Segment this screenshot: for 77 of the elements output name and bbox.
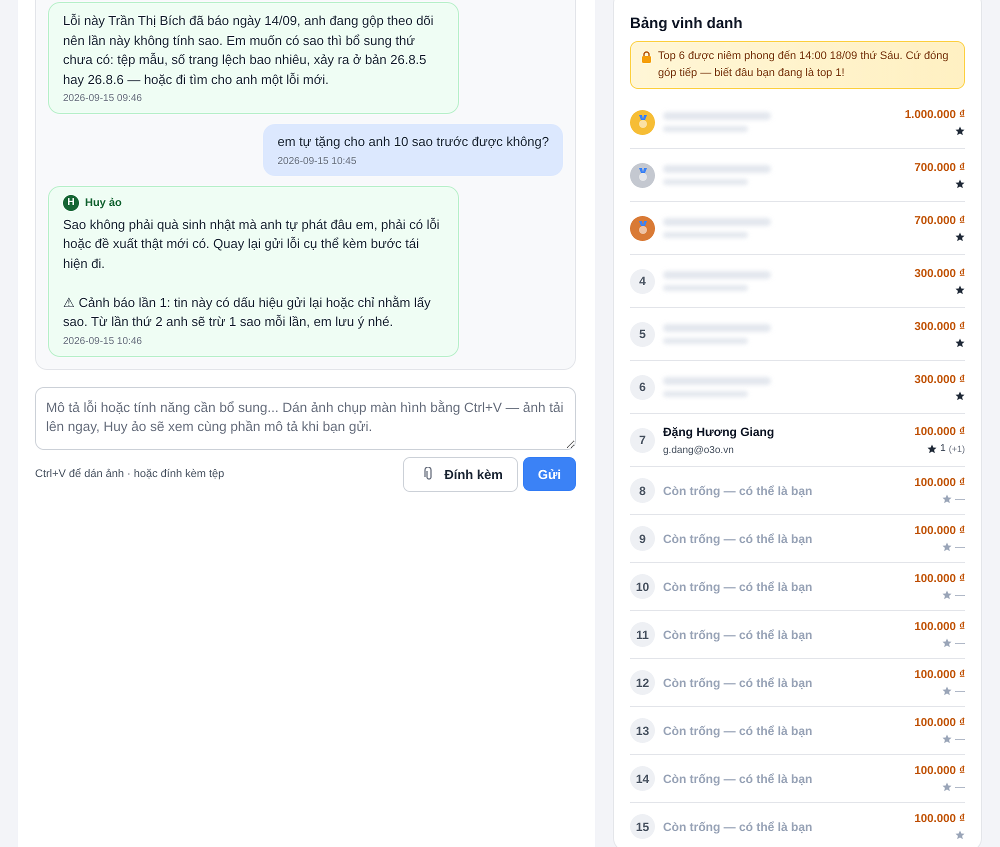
amount: 100.000 ₫ [914, 813, 965, 825]
empty-slot-text: Còn trống — có thể là bạn [663, 484, 814, 498]
amount: 700.000 ₫ [914, 162, 965, 174]
amount: 100.000 ₫ [914, 476, 965, 488]
star-icon [942, 638, 952, 648]
star-count: — [955, 542, 965, 552]
rank-badge: 13 [630, 718, 655, 743]
star-icon [942, 734, 952, 744]
star-count: — [955, 734, 965, 744]
message-text: em tự tặng cho anh 10 sao trước được không? [277, 133, 549, 151]
star-count: — [955, 638, 965, 648]
amount: 100.000 ₫ [914, 620, 965, 632]
amount: 100.000 ₫ [914, 426, 965, 438]
amount: 100.000 ₫ [914, 524, 965, 536]
rank-badge: 6 [630, 374, 655, 400]
star-icon [927, 444, 938, 454]
message-text: Lỗi này Trần Thị Bích đã báo ngày 14/09, anh đang gộp theo dõi nên lần này không tính sao. Em muốn có sao thì bổ sung thứ chưa có: tệp mẫu, số trang lệch bao nhiêu, xảy ra ở bản 26.8.5 hay 26.8.6 — hoặc đi tìm cho anh một lỗi mới. [63, 12, 435, 89]
message-time: 2026-09-15 10:46 [63, 336, 143, 346]
rank-badge: 9 [630, 526, 655, 551]
amount: 100.000 ₫ [914, 668, 965, 680]
rank-badge: 15 [630, 814, 655, 839]
empty-slot-text: Còn trống — có thể là bạn [663, 532, 814, 546]
member-email: g.dang@o3o.vn [663, 444, 735, 456]
attach-button[interactable]: Đính kèm [403, 456, 518, 492]
rank-badge: 5 [630, 322, 655, 346]
rank-badge: 8 [630, 478, 655, 503]
avatar-icon: H [63, 194, 79, 210]
star-icon [942, 590, 952, 600]
message-time: 2026-09-15 10:45 [277, 156, 358, 166]
paperclip-icon [424, 467, 434, 481]
star-count: — [955, 590, 965, 600]
message-text: Sao không phải quà sinh nhật mà anh tự phát đâu em, phải có lỗi hoặc đề xuất thật mới có. Quay lại gửi lỗi cụ thể kèm bước tái hiện đi. ⚠ Cảnh báo lần 1: tin này có dấu hiệu gửi lại hoặc chỉ nhằm lấy sao. Từ lần thứ 2 anh sẽ trừ 1 sao mỗi lần, em lưu ý nhé. [63, 216, 441, 331]
star-count: — [955, 686, 965, 696]
star-icon [955, 830, 965, 840]
rank-badge: 7 [630, 428, 655, 452]
star-bonus: (+1) [948, 444, 965, 454]
amount: 100.000 ₫ [914, 572, 965, 584]
star-count: — [955, 782, 965, 792]
rank-badge: 14 [630, 766, 655, 791]
notice-text: Top 6 được niêm phong đến 14:00 18/09 thứ Sáu. Cứ đóng góp tiếp — biết đâu bạn đang là top 1! [658, 49, 950, 81]
member-name: Đặng Hương Giang [663, 424, 776, 438]
send-button[interactable]: Gửi [522, 457, 576, 491]
empty-slot-text: Còn trống — có thể là bạn [663, 676, 814, 690]
empty-slot-text: Còn trống — có thể là bạn [663, 820, 814, 834]
star-icon [955, 178, 965, 188]
star-icon [955, 126, 965, 136]
rank-badge: 11 [630, 622, 655, 647]
star-icon [942, 686, 952, 696]
star-icon [955, 338, 965, 348]
star-icon [942, 542, 952, 552]
empty-slot-text: Còn trống — có thể là bạn [663, 724, 814, 738]
amount: 300.000 ₫ [914, 320, 965, 332]
empty-slot-text: Còn trống — có thể là bạn [663, 772, 814, 786]
amount: 300.000 ₫ [914, 268, 965, 280]
amount: 1.000.000 ₫ [904, 108, 965, 120]
author-name: Huy ảo [85, 196, 122, 208]
amount: 300.000 ₫ [914, 374, 965, 386]
rank-badge: 4 [630, 268, 655, 294]
star-count: — [955, 494, 965, 504]
message-time: 2026-09-15 09:46 [63, 93, 143, 104]
star-icon [955, 284, 965, 294]
star-icon [942, 782, 952, 792]
rank-badge: 12 [630, 670, 655, 695]
empty-slot-text: Còn trống — có thể là bạn [663, 628, 814, 642]
message-input[interactable]: Mô tả lỗi hoặc tính năng cần bổ sung... Dán ảnh chụp màn hình bằng Ctrl+V — ảnh tải lên ngay, Huy ảo sẽ xem cùng phần mô tả khi bạn gửi. [35, 386, 576, 450]
star-icon [955, 390, 965, 400]
amount: 700.000 ₫ [914, 214, 965, 226]
amount: 100.000 ₫ [914, 764, 965, 776]
paste-hint: Ctrl+V để dán ảnh · hoặc đính kèm tệp [35, 468, 226, 480]
star-icon [955, 232, 965, 242]
lock-icon [641, 51, 652, 63]
leaderboard-title: Bảng vinh danh [630, 15, 744, 32]
star-count: 1 [940, 443, 946, 454]
amount: 100.000 ₫ [914, 716, 965, 728]
rank-badge: 10 [630, 574, 655, 599]
empty-slot-text: Còn trống — có thể là bạn [663, 580, 814, 594]
star-icon [942, 494, 952, 504]
